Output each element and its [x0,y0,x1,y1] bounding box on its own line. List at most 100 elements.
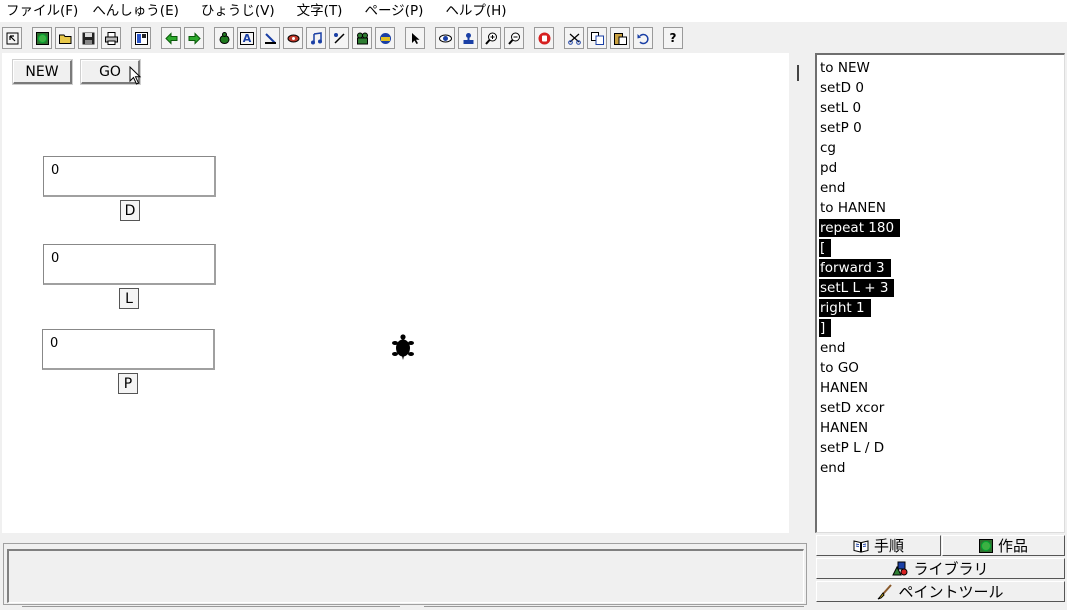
globe-icon [978,538,993,553]
mouse-cursor-icon [129,66,142,85]
music-note-icon[interactable] [306,27,326,49]
code-line[interactable]: right 1 [819,298,1064,318]
code-line-text: end [820,340,846,356]
code-line-text: setP 0 [820,120,862,136]
turtle-new-icon[interactable] [214,27,234,49]
code-line-text: end [820,180,846,196]
code-line-text: right 1 [819,299,871,317]
status-bar-right [424,606,804,610]
code-line-text: pd [820,160,838,176]
back-arrow-icon[interactable] [161,27,181,49]
code-line[interactable]: [ [819,238,1064,258]
code-line[interactable]: repeat 180 [819,218,1064,238]
code-line[interactable]: forward 3 [819,258,1064,278]
variable-d-label[interactable]: D [120,200,140,221]
undo-icon[interactable] [633,27,653,49]
select-arrow-icon[interactable] [2,27,22,49]
code-line[interactable]: end [819,458,1064,478]
menu-help[interactable]: ヘルプ(H) [445,0,506,22]
code-line[interactable]: to HANEN [819,198,1064,218]
paint-icon[interactable] [260,27,280,49]
code-line-text: ] [819,319,832,337]
forward-arrow-icon[interactable] [184,27,204,49]
code-line-text: cg [820,140,836,156]
code-line[interactable]: setL 0 [819,98,1064,118]
tab-paint-tool[interactable]: ペイントツール [816,581,1065,602]
slider-icon[interactable] [329,27,349,49]
code-line-text: setD 0 [820,80,864,96]
copy-icon[interactable] [587,27,607,49]
variable-p-value: 0 [42,329,215,370]
code-line[interactable]: setD 0 [819,78,1064,98]
text-box-icon[interactable]: A [237,27,257,49]
menu-text[interactable]: 文字(T) [297,0,343,22]
menu-view[interactable]: ひょうじ(V) [201,0,275,22]
pointer-icon[interactable] [405,27,425,49]
paste-icon[interactable] [610,27,630,49]
variable-l-value: 0 [43,244,216,285]
menu-file[interactable]: ファイル(F) [6,0,78,22]
code-line-text: setL L + 3 [819,279,895,297]
cut-icon[interactable] [564,27,584,49]
code-line-text: to HANEN [820,200,886,216]
code-line-text: to NEW [820,60,870,76]
code-line[interactable]: cg [819,138,1064,158]
code-line[interactable]: setL L + 3 [819,278,1064,298]
save-disk-icon[interactable] [78,27,98,49]
code-line-text: HANEN [820,380,869,396]
turtle-icon[interactable] [391,333,415,361]
zoom-out-icon[interactable] [504,27,524,49]
zoom-in-icon[interactable] [481,27,501,49]
tab-procedures-label: 手順 [873,537,904,555]
eye-icon[interactable] [435,27,455,49]
variable-d-value: 0 [43,156,216,197]
code-line[interactable]: end [819,178,1064,198]
code-line-text: [ [819,239,832,257]
code-line-text: setL 0 [820,100,862,116]
code-line-text: setP L / D [820,440,885,456]
stamp-icon[interactable] [458,27,478,49]
scrollbar-thumb[interactable] [797,65,799,81]
code-line-text: forward 3 [819,259,891,277]
drawing-icon[interactable] [283,27,303,49]
paint-brush-icon [878,583,893,599]
menu-page[interactable]: ページ(P) [364,0,423,22]
globe-icon[interactable] [32,27,52,49]
book-icon [853,539,869,553]
procedure-editor[interactable]: to NEW setD 0 setL 0 setP 0 cg pd end to HANEN r… [815,53,1065,533]
shapes-icon [892,561,908,576]
layout-icon[interactable] [131,27,151,49]
code-line[interactable]: setD xcor [819,398,1064,418]
help-icon[interactable]: ? [663,27,683,49]
code-line[interactable]: HANEN [819,378,1064,398]
code-line-text: end [820,460,846,476]
tab-library[interactable]: ライブラリ [816,558,1065,579]
code-line-text: HANEN [820,420,869,436]
canvas-scrollbar[interactable] [789,53,810,533]
movie-icon[interactable] [352,27,372,49]
print-icon[interactable] [101,27,121,49]
code-line-text: setD xcor [820,400,885,416]
variable-l-label[interactable]: L [119,288,139,309]
tab-procedures[interactable]: 手順 [816,535,941,556]
message-box[interactable] [7,549,804,603]
variable-p-label[interactable]: P [118,373,138,394]
code-line-text: to GO [820,360,859,376]
tab-library-label: ライブラリ [913,560,989,578]
tab-works[interactable]: 作品 [942,535,1065,556]
code-line[interactable]: ] [819,318,1064,338]
tab-works-label: 作品 [997,537,1028,555]
menu-edit[interactable]: へんしゅう(E) [92,0,179,22]
status-bar-left [22,606,400,610]
code-line[interactable]: to GO [819,358,1064,378]
new-button[interactable]: NEW [13,60,72,84]
record-icon[interactable] [375,27,395,49]
code-line[interactable]: HANEN [819,418,1064,438]
code-line[interactable]: end [819,338,1064,358]
code-line[interactable]: setP 0 [819,118,1064,138]
code-line[interactable]: to NEW [819,58,1064,78]
code-line[interactable]: pd [819,158,1064,178]
code-line[interactable]: setP L / D [819,438,1064,458]
open-folder-icon[interactable] [55,27,75,49]
stop-hand-icon[interactable] [534,27,554,49]
